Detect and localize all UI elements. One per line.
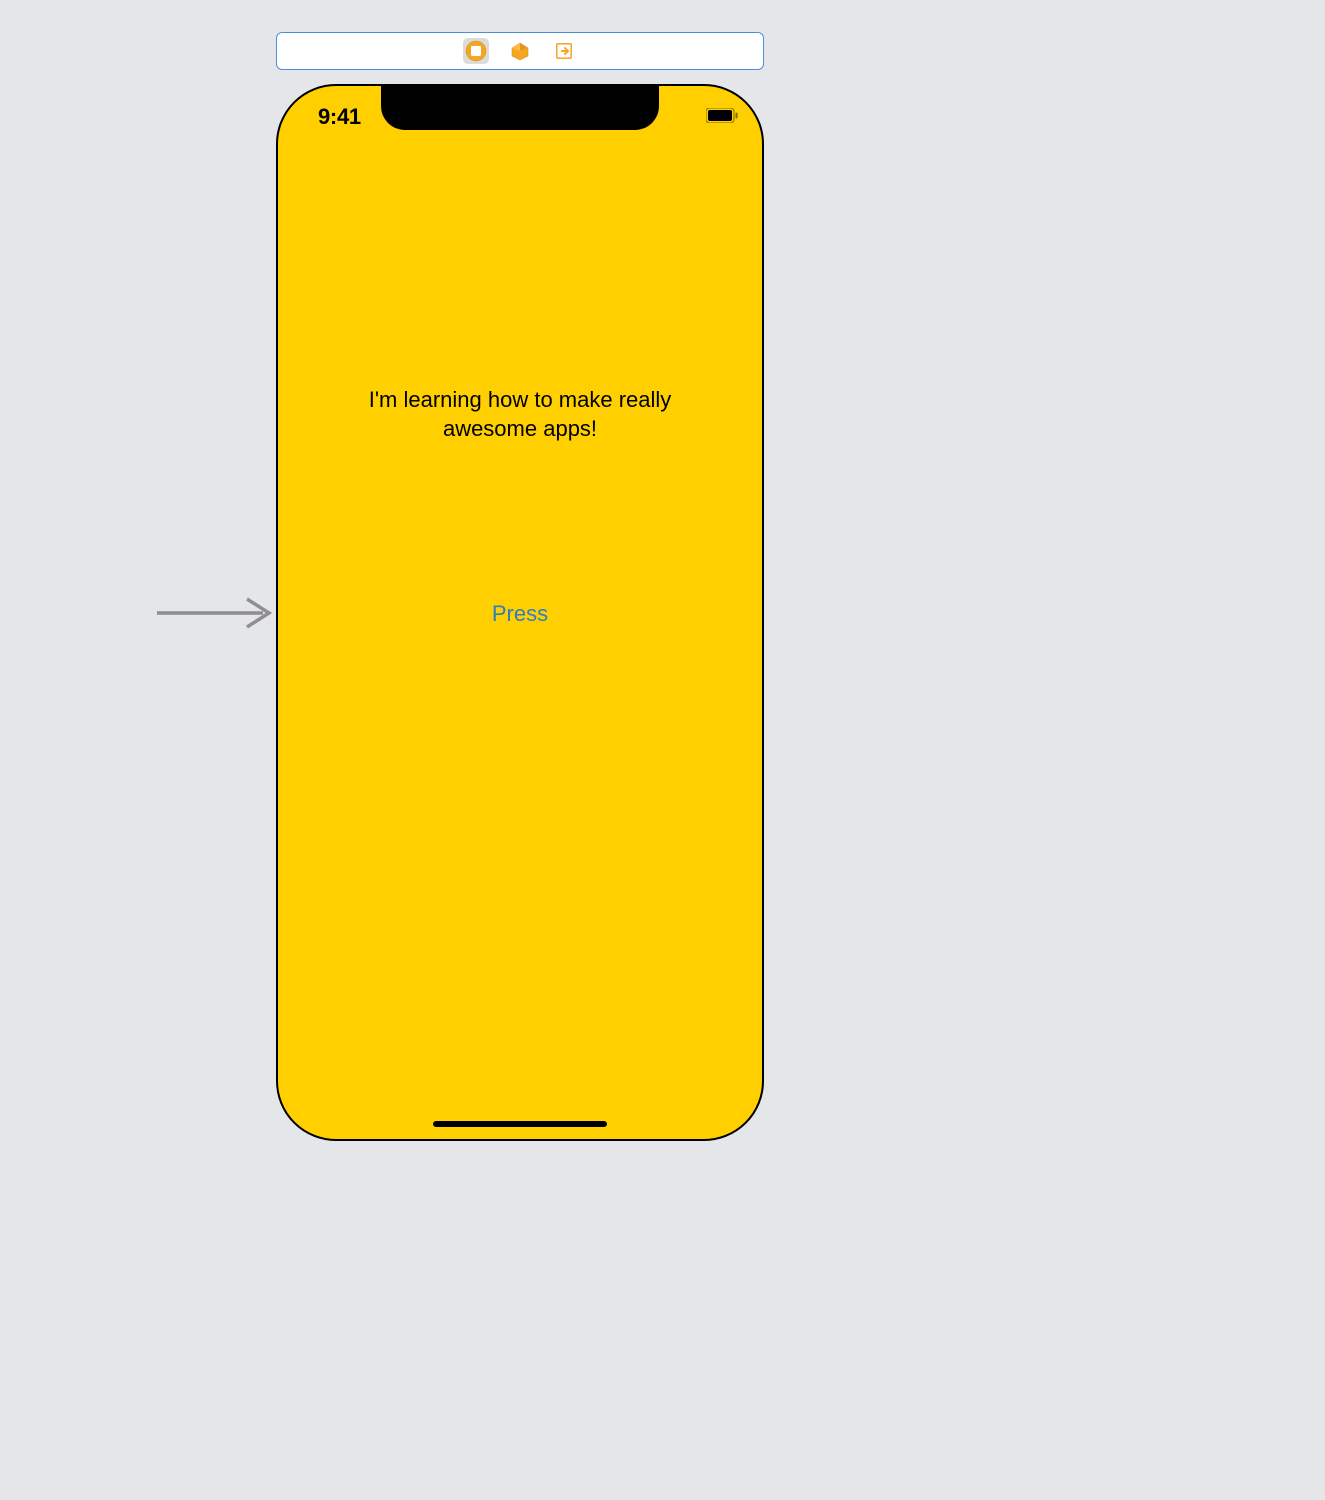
battery-icon	[706, 108, 738, 128]
view-controller-icon[interactable]	[463, 38, 489, 64]
exit-icon[interactable]	[551, 38, 577, 64]
first-responder-icon[interactable]	[507, 38, 533, 64]
main-text-label[interactable]: I'm learning how to make really awesome …	[278, 386, 762, 443]
scene-dock	[276, 32, 764, 70]
storyboard-entry-arrow-icon[interactable]	[157, 595, 277, 636]
phone-preview-frame: 9:41 I'm learning how to make really awe…	[276, 84, 764, 1141]
home-indicator	[433, 1121, 607, 1127]
status-bar: 9:41	[278, 104, 762, 132]
interface-builder-canvas[interactable]: 9:41 I'm learning how to make really awe…	[0, 0, 1036, 1173]
status-time: 9:41	[318, 104, 361, 130]
press-button[interactable]: Press	[278, 601, 762, 627]
